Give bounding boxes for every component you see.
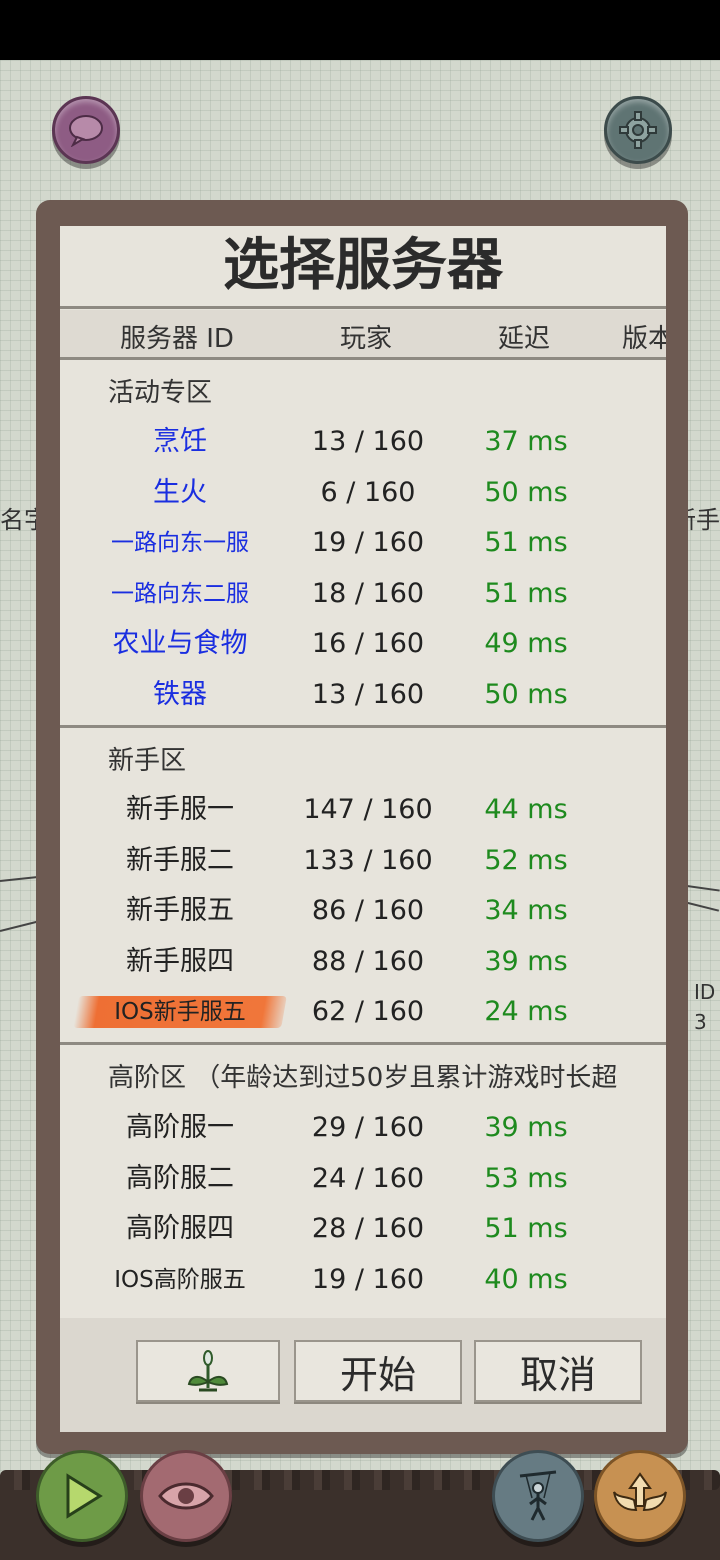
server-ping: 50 ms — [484, 679, 568, 710]
status-bar — [0, 0, 720, 60]
server-ping: 52 ms — [484, 845, 568, 876]
server-name: 农业与食物 — [112, 628, 248, 659]
server-name: 生火 — [153, 477, 207, 508]
server-row[interactable]: 铁器 13 / 160 50 ms — [60, 670, 666, 720]
server-ping: 44 ms — [484, 794, 568, 825]
dialog-footer: 开始 取消 — [60, 1318, 666, 1432]
server-ping: 51 ms — [484, 578, 568, 609]
server-name: 高阶服一 — [126, 1112, 234, 1143]
server-select-dialog: 选择服务器 服务器 ID 玩家 延迟 版本 活动专区 烹饪 13 / 160 3… — [60, 226, 666, 1432]
divider — [60, 357, 666, 360]
server-name: 新手服一 — [126, 794, 234, 825]
eye-icon — [158, 1482, 214, 1510]
column-header-players: 玩家 — [340, 324, 393, 354]
play-button[interactable] — [36, 1450, 128, 1542]
server-ping: 37 ms — [484, 426, 568, 457]
server-name: 高阶服四 — [126, 1213, 234, 1244]
server-name: 高阶服二 — [126, 1163, 234, 1194]
server-ping: 51 ms — [484, 527, 568, 558]
section-label-advanced: 高阶区 （年龄达到过50岁且累计游戏时长超 — [108, 1063, 618, 1093]
settings-button[interactable] — [604, 96, 672, 164]
puppet-icon — [519, 1470, 557, 1521]
server-row[interactable]: 一路向东二服 18 / 160 51 ms — [60, 569, 666, 619]
server-row[interactable]: 新手服五 86 / 160 34 ms — [60, 886, 666, 936]
dialog-title: 选择服务器 — [223, 233, 503, 298]
background-id-label: ID — [694, 980, 716, 1004]
plant-button[interactable] — [136, 1340, 280, 1402]
server-ping: 50 ms — [484, 477, 568, 508]
wings-arrow-icon — [613, 1472, 667, 1512]
server-name: 烹饪 — [153, 426, 207, 457]
server-ping: 53 ms — [484, 1163, 568, 1194]
section-label-newbie: 新手区 — [108, 746, 187, 776]
server-name: 铁器 — [153, 679, 207, 710]
sprout-icon — [187, 1350, 229, 1392]
column-header-row: 服务器 ID 玩家 延迟 版本 — [60, 310, 666, 358]
server-row[interactable]: 烹饪 13 / 160 37 ms — [60, 417, 666, 467]
server-name: 一路向东一服 — [111, 530, 249, 556]
divider — [60, 1042, 666, 1045]
chat-bubble-icon — [69, 115, 103, 147]
server-name: 新手服二 — [126, 845, 234, 876]
server-row[interactable]: 新手服四 88 / 160 39 ms — [60, 937, 666, 987]
play-icon — [66, 1473, 103, 1519]
server-row[interactable]: 高阶服一 29 / 160 39 ms — [60, 1103, 666, 1153]
server-name: 新手服四 — [126, 946, 234, 977]
server-ping: 34 ms — [484, 895, 568, 926]
server-row[interactable]: 新手服二 133 / 160 52 ms — [60, 836, 666, 886]
divider — [60, 306, 666, 309]
chat-button[interactable] — [52, 96, 120, 164]
background-id-value: 3 — [694, 1010, 707, 1034]
server-row[interactable]: 高阶服四 28 / 160 51 ms — [60, 1204, 666, 1254]
column-header-ping: 延迟 — [498, 324, 551, 354]
server-row[interactable]: 新手服一 147 / 160 44 ms — [60, 785, 666, 835]
server-ping: 49 ms — [484, 628, 568, 659]
server-row[interactable]: 一路向东一服 19 / 160 51 ms — [60, 518, 666, 568]
server-row[interactable]: IOS高阶服五 19 / 160 40 ms — [60, 1255, 666, 1305]
server-ping: 39 ms — [484, 946, 568, 977]
server-ping: 39 ms — [484, 1112, 568, 1143]
upgrade-button[interactable] — [594, 1450, 686, 1542]
server-row-selected[interactable]: IOS新手服五 62 / 160 24 ms — [60, 987, 666, 1037]
server-name: 新手服五 — [126, 895, 234, 926]
server-row[interactable]: 农业与食物 16 / 160 49 ms — [60, 619, 666, 669]
server-row[interactable]: 高阶服二 24 / 160 53 ms — [60, 1154, 666, 1204]
gear-icon — [619, 111, 657, 149]
divider — [60, 725, 666, 728]
column-header-server-id: 服务器 ID — [120, 324, 234, 354]
start-button[interactable]: 开始 — [294, 1340, 462, 1402]
server-name: IOS高阶服五 — [114, 1267, 246, 1293]
puppet-button[interactable] — [492, 1450, 584, 1542]
server-name: IOS新手服五 — [114, 999, 246, 1025]
server-row[interactable]: 生火 6 / 160 50 ms — [60, 468, 666, 518]
server-ping: 40 ms — [484, 1264, 568, 1295]
server-name: 一路向东二服 — [111, 581, 249, 607]
server-ping: 24 ms — [484, 996, 568, 1027]
server-ping: 51 ms — [484, 1213, 568, 1244]
cancel-button[interactable]: 取消 — [474, 1340, 642, 1402]
section-label-event: 活动专区 — [108, 378, 213, 408]
watch-button[interactable] — [140, 1450, 232, 1542]
column-header-version: 版本 — [622, 324, 666, 354]
